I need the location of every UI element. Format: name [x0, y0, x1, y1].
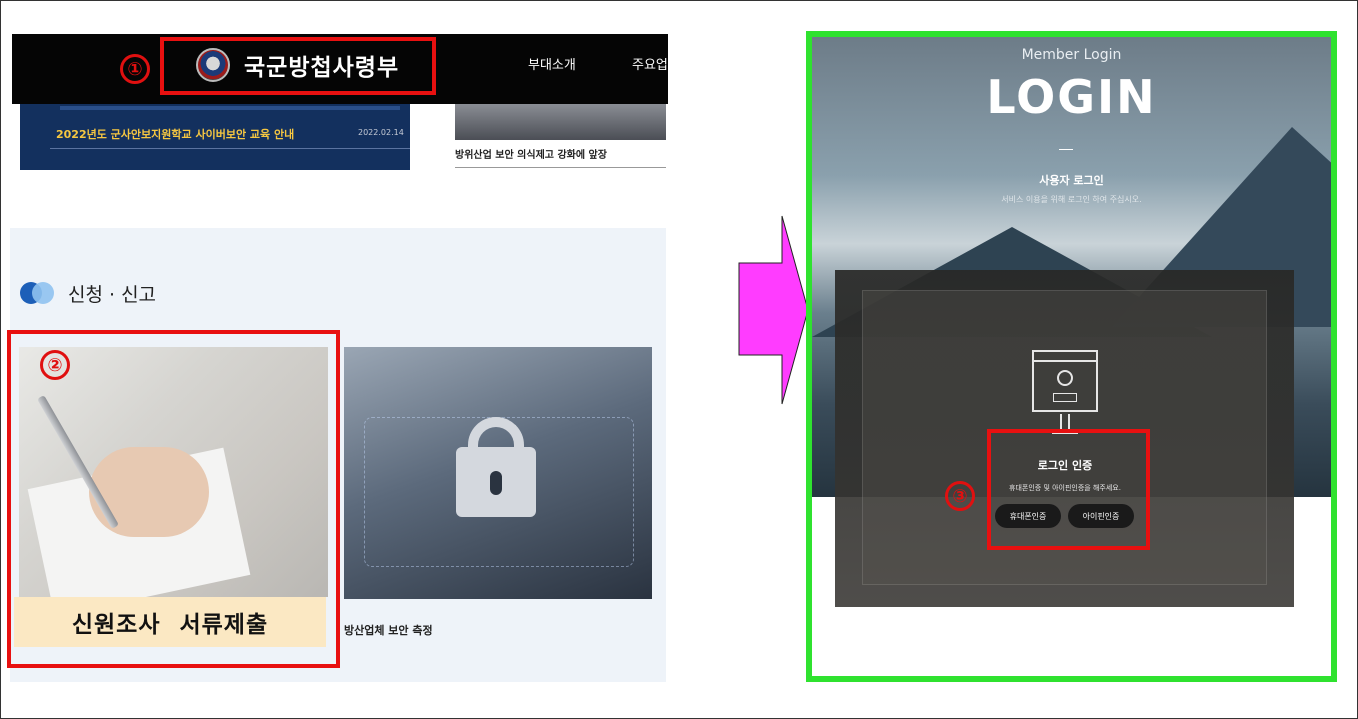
login-highlight-frame: [806, 31, 1337, 682]
right-arrow-icon: [738, 215, 809, 405]
notice-panel: 2022년도 군사안보지원학교 사이버보안 교육 안내 2022.02.14: [20, 104, 410, 170]
card-security-measure-label[interactable]: 방산업체 보안 측정: [344, 622, 433, 638]
section-title: 신청 · 신고: [68, 284, 157, 306]
card-security-measure-image[interactable]: [344, 347, 652, 599]
news-photo-caption[interactable]: 방위산업 보안 의식제고 강화에 앞장: [455, 146, 607, 161]
highlight-box-card: [7, 330, 340, 668]
highlight-box-brand: [160, 37, 436, 95]
circles-icon: [20, 282, 60, 304]
news-divider: [455, 167, 666, 168]
notice-divider: [50, 148, 410, 149]
keyhole-graphic: [490, 471, 502, 495]
notice-date: 2022.02.14: [358, 128, 404, 137]
notice-stripe: [60, 106, 400, 110]
step-1-marker: ①: [120, 54, 150, 84]
step-2-marker: ②: [40, 350, 70, 380]
nav-item-main-work[interactable]: 주요업: [632, 54, 668, 73]
nav-item-about[interactable]: 부대소개: [528, 54, 576, 73]
news-photo[interactable]: [455, 104, 666, 140]
notice-title[interactable]: 2022년도 군사안보지원학교 사이버보안 교육 안내: [56, 126, 294, 142]
